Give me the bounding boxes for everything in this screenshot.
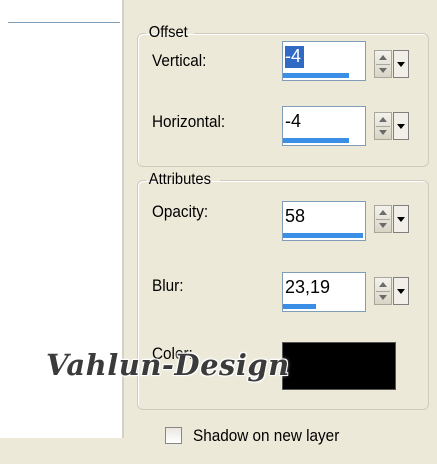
opacity-slider[interactable] bbox=[283, 233, 363, 238]
vertical-label: Vertical: bbox=[152, 51, 207, 70]
vertical-dropdown-icon[interactable] bbox=[393, 50, 409, 78]
shadow-on-new-layer-checkbox[interactable] bbox=[165, 427, 182, 444]
opacity-label: Opacity: bbox=[152, 202, 209, 221]
offset-legend: Offset bbox=[148, 24, 188, 41]
blur-dropdown-icon[interactable] bbox=[393, 277, 409, 305]
horizontal-input[interactable] bbox=[285, 109, 361, 133]
horizontal-field[interactable] bbox=[282, 106, 366, 146]
attributes-legend: Attributes bbox=[148, 171, 211, 188]
preview-divider bbox=[8, 22, 120, 23]
horizontal-dropdown-icon[interactable] bbox=[393, 112, 409, 140]
color-swatch[interactable] bbox=[282, 342, 396, 390]
horizontal-slider[interactable] bbox=[283, 138, 349, 143]
opacity-spin-icon[interactable] bbox=[374, 205, 392, 233]
blur-spin-icon[interactable] bbox=[374, 277, 392, 305]
shadow-on-new-layer-label[interactable]: Shadow on new layer bbox=[193, 426, 339, 446]
horizontal-spin-icon[interactable] bbox=[374, 112, 392, 140]
vertical-input[interactable] bbox=[285, 44, 361, 68]
blur-slider[interactable] bbox=[283, 304, 316, 309]
blur-input[interactable] bbox=[285, 275, 361, 299]
vertical-field[interactable] bbox=[282, 41, 366, 81]
opacity-input[interactable] bbox=[285, 204, 361, 228]
vertical-slider[interactable] bbox=[283, 73, 349, 78]
blur-label: Blur: bbox=[152, 276, 184, 295]
opacity-field[interactable] bbox=[282, 201, 366, 241]
blur-field[interactable] bbox=[282, 272, 366, 312]
opacity-dropdown-icon[interactable] bbox=[393, 205, 409, 233]
watermark-logo: Vahlun-Design bbox=[46, 348, 290, 382]
vertical-spin-icon[interactable] bbox=[374, 50, 392, 78]
horizontal-label: Horizontal: bbox=[152, 112, 226, 131]
